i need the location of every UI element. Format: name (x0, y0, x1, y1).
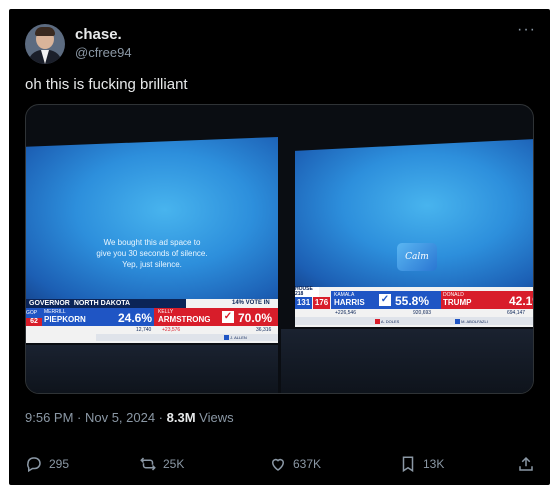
calm-logo: Calm (397, 243, 437, 271)
ad-text-line: We bought this ad space to (103, 238, 201, 247)
ticker-item: M. ABOLFAZLI (455, 319, 488, 325)
ticker-marker-icon (375, 319, 380, 325)
rep-seat-count: 176 (313, 297, 330, 309)
race-title: GOVERNOR NORTH DAKOTA (26, 299, 186, 308)
race-state: NORTH DAKOTA (73, 300, 131, 307)
dem-votes: 920,693 (413, 310, 432, 316)
views-label: Views (195, 410, 234, 425)
rep-percent: 42.1% (509, 294, 533, 308)
election-lower-third-left: GOVERNOR NORTH DAKOTA 14% VOTE IN GOP 62 … (26, 299, 278, 343)
dem-candidate-panel: KAMALA HARRIS ✓ 55.8% (331, 291, 441, 309)
media-photo-left[interactable]: We bought this ad space to give you 30 s… (26, 105, 278, 393)
lower-ticker: J. ALLEN (96, 334, 278, 341)
reply-icon (27, 457, 41, 473)
tweet-meta: 9:56 PM · Nov 5, 2024 · 8.3M Views (25, 410, 234, 425)
ticker-name-text: A. DOLES (380, 319, 400, 324)
billboard-screen-right: Calm (295, 139, 533, 287)
winner-check-icon: ✓ (222, 311, 234, 323)
ticker-name: J. ALLEN (224, 335, 247, 341)
vote-count-row: +226,546 920,693 694,147 (295, 309, 533, 317)
share-icon (519, 456, 533, 471)
vote-in-label: 14% VOTE IN (232, 300, 270, 306)
like-button[interactable]: 637K (269, 455, 321, 473)
tweet-card: chase. @cfree94 ··· oh this is fucking b… (9, 9, 550, 485)
ticker-name-text: J. ALLEN (230, 335, 247, 340)
avatar-hair (35, 27, 55, 36)
rep-votes: 36,316 (256, 327, 272, 333)
room-floor (281, 329, 533, 393)
share-button[interactable] (517, 455, 535, 473)
billboard-screen-left: We bought this ad space to give you 30 s… (26, 137, 278, 299)
author-display-name[interactable]: chase. (75, 26, 122, 43)
dem-seat-count: 131 (295, 297, 312, 309)
rep-percent: 70.0% (238, 311, 273, 325)
dem-last-name: PIEPKORN (44, 315, 86, 324)
left-badge-number: 62 (26, 318, 42, 326)
bookmark-button[interactable]: 13K (399, 455, 444, 473)
ticker-item: A. DOLES (375, 319, 400, 325)
ticker-marker-icon (224, 335, 229, 341)
action-bar: 295 25K 637K 13K (25, 455, 535, 475)
lower-ticker: A. DOLES M. ABOLFAZLI (295, 317, 533, 325)
dem-percent: 24.6% (118, 311, 153, 325)
tweet-text: oh this is fucking brilliant (25, 76, 188, 93)
rep-votes: 694,147 (507, 310, 526, 316)
repost-button[interactable]: 25K (139, 455, 184, 473)
like-count: 637K (293, 457, 322, 471)
house-header: HOUSE 218 (295, 287, 319, 297)
reply-count: 295 (49, 457, 70, 471)
dem-margin: +226,546 (335, 310, 356, 316)
rep-candidate-panel: DONALD TRUMP 42.1% (441, 291, 533, 309)
room-floor (26, 345, 278, 393)
dem-last-name: HARRIS (334, 298, 365, 307)
election-lower-third-right: HOUSE 218 131 176 KAMALA HARRIS ✓ 55.8% … (295, 287, 533, 327)
views-count: 8.3M (166, 410, 196, 425)
race-label: GOVERNOR (29, 300, 70, 307)
tweet-media[interactable]: We bought this ad space to give you 30 s… (25, 104, 534, 394)
repost-icon (140, 457, 156, 471)
rep-last-name: TRUMP (443, 298, 472, 307)
dem-candidate-panel: GOP 62 MERRILL PIEPKORN 24.6% (26, 308, 154, 326)
gop-tag: GOP (26, 310, 38, 316)
dem-votes: 12,740 (136, 327, 152, 333)
media-photo-right[interactable]: Calm HOUSE 218 131 176 KAMALA HARRIS ✓ 5… (281, 105, 533, 393)
avatar[interactable] (25, 24, 65, 64)
more-options-icon[interactable]: ··· (517, 21, 536, 39)
vote-count-row: 12,740 +23,576 36,316 (26, 326, 278, 334)
rep-candidate-panel: KELLY ARMSTRONG ✓ 70.0% (154, 308, 278, 326)
bookmark-icon (402, 456, 414, 473)
ad-text-line: Yep, just silence. (122, 260, 182, 269)
ticker-marker-icon (455, 319, 460, 325)
winner-check-icon: ✓ (379, 294, 391, 306)
repost-count: 25K (163, 457, 185, 471)
ad-text: We bought this ad space to give you 30 s… (62, 237, 242, 270)
dem-percent: 55.8% (395, 294, 430, 308)
heart-icon (271, 458, 285, 471)
reply-button[interactable]: 295 (25, 455, 69, 473)
rep-margin: +23,576 (162, 327, 181, 333)
rep-last-name: ARMSTRONG (158, 315, 211, 324)
bookmark-count: 13K (423, 457, 445, 471)
timestamp[interactable]: 9:56 PM · Nov 5, 2024 · (25, 410, 167, 425)
author-handle[interactable]: @cfree94 (75, 45, 132, 60)
ticker-name-text: M. ABOLFAZLI (461, 319, 488, 324)
ad-text-line: give you 30 seconds of silence. (96, 249, 208, 258)
